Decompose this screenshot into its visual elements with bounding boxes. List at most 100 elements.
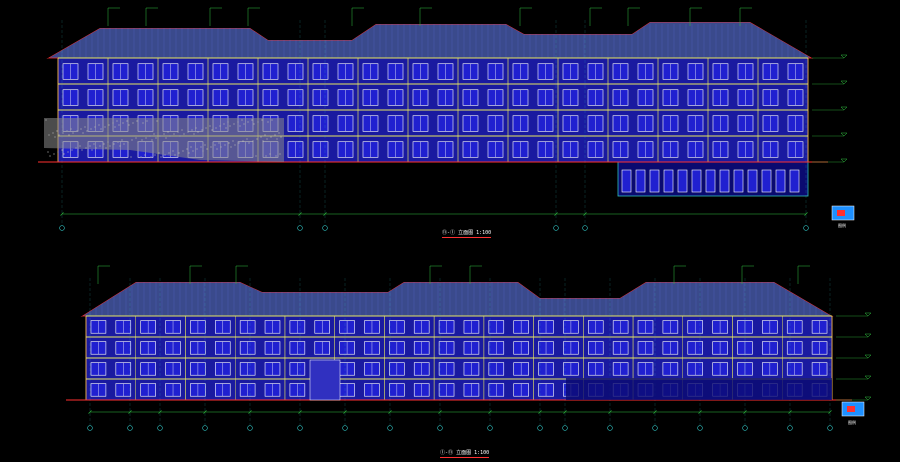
title-text: 立面图: [458, 230, 474, 236]
grid-bubble: [537, 425, 543, 431]
hatch-dot: [195, 127, 197, 129]
hatch-dot: [70, 128, 72, 130]
hatch-dot: [99, 145, 101, 147]
grid-bubble: [803, 225, 809, 231]
hatch-dot: [230, 146, 232, 148]
hatch-dot: [130, 156, 132, 158]
hatch-dot: [80, 128, 82, 130]
title-number-b: ⑪: [448, 450, 454, 456]
hatch-dot: [67, 151, 69, 153]
hatch-dot: [275, 155, 277, 157]
title-number-a: ①: [440, 450, 446, 456]
hatch-dot: [45, 119, 47, 121]
grid-bubble: [322, 225, 328, 231]
extension-window: [663, 169, 674, 193]
hatch-dot: [262, 140, 264, 142]
hatch-dot: [112, 122, 114, 124]
hatch-dot: [131, 139, 133, 141]
grid-bubble: [787, 425, 793, 431]
hatch-dot: [105, 147, 107, 149]
extension-window: [789, 169, 800, 193]
extension-window: [747, 169, 758, 193]
hatch-dot: [229, 125, 231, 127]
hatch-dot: [58, 134, 60, 136]
extension-window: [775, 169, 786, 193]
hatch-dot: [192, 150, 194, 152]
extension-window: [761, 169, 772, 193]
hatch-dot: [47, 151, 49, 153]
hatch-dot: [196, 148, 198, 150]
hatch-dot: [53, 153, 55, 155]
hatch-dot: [163, 133, 165, 135]
hatch-dot: [104, 126, 106, 128]
grid-bubble: [562, 425, 568, 431]
level-mark: [864, 396, 872, 401]
stamp-label-top: 图例: [838, 223, 846, 228]
hatch-dot: [187, 131, 189, 133]
hatch-dot: [267, 121, 269, 123]
hatch-dot: [77, 151, 79, 153]
hatch-dot: [52, 132, 54, 134]
hatch-dot: [241, 119, 243, 121]
hatch-dot: [54, 136, 56, 138]
hatch-dot: [178, 152, 180, 154]
hatch-dot: [117, 141, 119, 143]
hatch-dot: [153, 133, 155, 135]
hatch-dot: [190, 146, 192, 148]
hatch-dot: [279, 153, 281, 155]
hatch-dot: [257, 121, 259, 123]
hatch-dot: [280, 136, 282, 138]
hatch-dot: [210, 146, 212, 148]
hatch-dot: [122, 122, 124, 124]
hatch-dot: [81, 149, 83, 151]
hatch-dot: [197, 131, 199, 133]
hatch-dot: [145, 137, 147, 139]
hatch-dot: [85, 147, 87, 149]
grid-bubble: [87, 425, 93, 431]
hatch-dot: [123, 143, 125, 145]
grid-bubble: [297, 225, 303, 231]
grid-bubble: [487, 425, 493, 431]
hatch-dot: [128, 124, 130, 126]
hatch-dot: [237, 121, 239, 123]
hatch-dot: [239, 125, 241, 127]
extension-window: [705, 169, 716, 193]
hatch-dot: [238, 142, 240, 144]
hatch-dot: [137, 141, 139, 143]
hatch-dot: [118, 124, 120, 126]
hatch-dot: [156, 120, 158, 122]
hatch-dot: [215, 127, 217, 129]
extension-window: [719, 169, 730, 193]
hatch-dot: [232, 140, 234, 142]
grid-bubble: [247, 425, 253, 431]
hatch-dot: [223, 123, 225, 125]
extension-window: [621, 169, 632, 193]
hatch-dot: [200, 146, 202, 148]
hatch-dot: [119, 145, 121, 147]
hatch-dot: [167, 131, 169, 133]
hatch-dot: [202, 150, 204, 152]
hatch-dot: [56, 130, 58, 132]
grid-bubble: [202, 425, 208, 431]
hatch-dot: [211, 129, 213, 131]
hatch-dot: [243, 123, 245, 125]
hatch-dot: [276, 138, 278, 140]
hatch-dot: [150, 156, 152, 158]
hatch-dot: [127, 141, 129, 143]
hatch-dot: [165, 137, 167, 139]
hatch-dot: [218, 142, 220, 144]
hatch-dot: [266, 138, 268, 140]
hatch-dot: [269, 153, 271, 155]
elevation-top-title: ⑪-① 立面图 1:100: [442, 230, 492, 238]
hatch-dot: [154, 154, 156, 156]
hatch-dot: [76, 130, 78, 132]
hatch-dot: [182, 150, 184, 152]
hatch-dot: [144, 154, 146, 156]
hatch-dot: [114, 126, 116, 128]
hatch-dot: [255, 155, 257, 157]
hatch-dot: [151, 139, 153, 141]
level-mark: [840, 132, 848, 137]
level-mark: [864, 312, 872, 317]
hatch-dot: [107, 141, 109, 143]
grid-bubble: [157, 425, 163, 431]
